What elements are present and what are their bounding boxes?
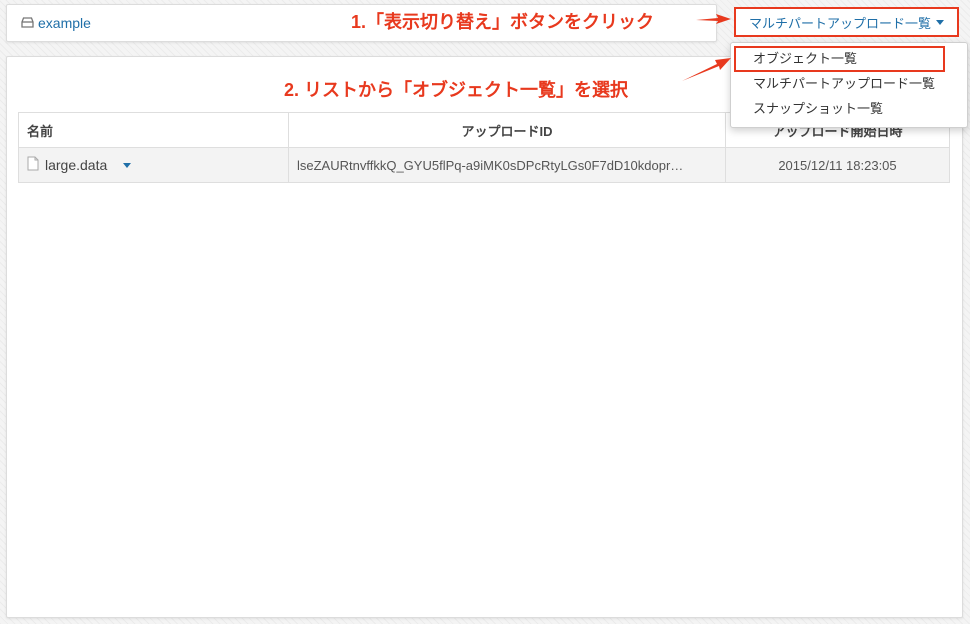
column-header-name[interactable]: 名前 bbox=[18, 112, 289, 148]
annotation-step1: 1.「表示切り替え」ボタンをクリック bbox=[351, 12, 655, 32]
cell-started: 2015/12/11 18:23:05 bbox=[725, 147, 950, 183]
bucket-icon bbox=[21, 15, 34, 31]
view-dropdown-menu: オブジェクト一覧 マルチパートアップロード一覧 スナップショット一覧 bbox=[730, 42, 968, 128]
file-menu-caret-icon[interactable] bbox=[123, 162, 132, 168]
view-toggle-label: マルチパートアップロード一覧 bbox=[748, 15, 931, 31]
file-icon bbox=[27, 156, 39, 174]
breadcrumb-bucket-label: example bbox=[38, 15, 91, 31]
chevron-down-icon bbox=[936, 19, 944, 25]
dropdown-item-multipart[interactable]: マルチパートアップロード一覧 bbox=[753, 73, 935, 95]
table-row[interactable]: large.data lseZAURtnvffkkQ_GYU5flPq-a9iM… bbox=[18, 147, 950, 183]
dropdown-item-objects[interactable]: オブジェクト一覧 bbox=[753, 48, 857, 70]
cell-upload-id: lseZAURtnvffkkQ_GYU5flPq-a9iMK0sDPcRtyLG… bbox=[288, 147, 726, 183]
file-name[interactable]: large.data bbox=[45, 157, 107, 173]
annotation-step2: 2. リストから「オブジェクト一覧」を選択 bbox=[284, 80, 629, 100]
breadcrumb-bucket[interactable]: example bbox=[21, 15, 91, 31]
view-toggle-button[interactable]: マルチパートアップロード一覧 bbox=[734, 7, 959, 37]
dropdown-item-snapshots[interactable]: スナップショット一覧 bbox=[753, 98, 883, 120]
main-panel: 名前 アップロードID アップロード開始日時 large.data lseZAU… bbox=[6, 56, 963, 618]
cell-name: large.data bbox=[18, 147, 289, 183]
column-header-upload-id[interactable]: アップロードID bbox=[288, 112, 726, 148]
